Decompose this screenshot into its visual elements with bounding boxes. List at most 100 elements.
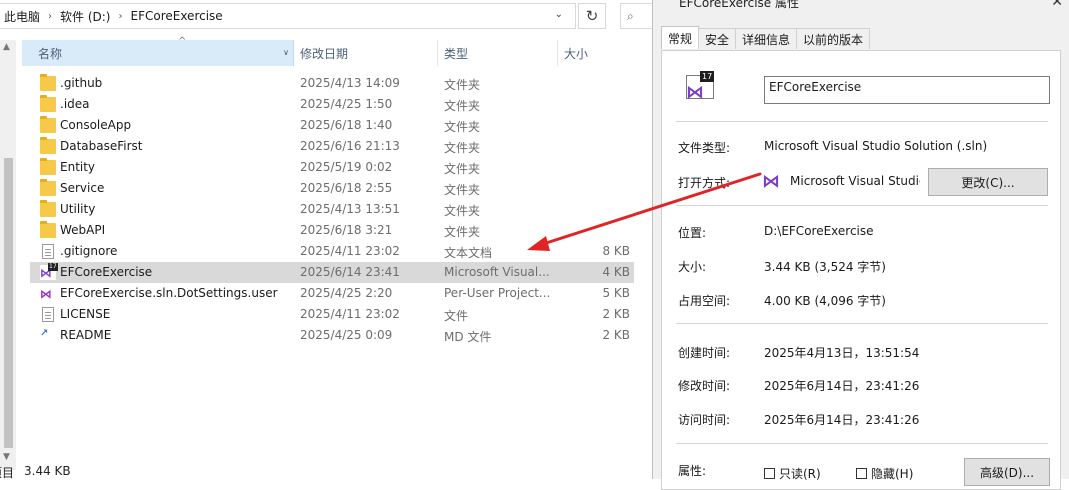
file-size: 4 KB [602, 265, 630, 279]
folder-icon [40, 95, 56, 112]
file-type: MD 文件 [444, 330, 492, 344]
checkbox-box[interactable] [856, 468, 867, 479]
file-date: 2025/6/14 23:41 [300, 265, 400, 279]
file-name-field[interactable]: EFCoreExercise [764, 76, 1050, 104]
search-input[interactable]: ⌕ [620, 3, 652, 29]
attributes-label: 属性: [678, 464, 707, 478]
folder-icon [40, 200, 56, 217]
refresh-button[interactable]: ↻ [578, 3, 606, 29]
version-badge: 17 [700, 71, 715, 82]
file-type: Microsoft Visual... [444, 265, 550, 279]
open-with-value: Microsoft Visual Studio [790, 174, 920, 188]
accessed-value: 2025年6月14日，23:41:26 [764, 413, 920, 427]
hidden-checkbox[interactable]: 隐藏(H) [856, 465, 913, 482]
file-date: 2025/6/18 3:21 [300, 223, 393, 237]
size-value: 3.44 KB (3,524 字节) [764, 260, 886, 274]
folder-icon [40, 116, 56, 133]
file-row[interactable]: ⋈ 17 EFCoreExercise 2025/6/14 23:41 Microsof… [30, 262, 634, 283]
file-row[interactable]: Entity 2025/5/19 0:02 文件夹 [30, 157, 634, 178]
file-type: 文件夹 [444, 141, 481, 155]
tab-security[interactable]: 安全 [698, 28, 737, 49]
change-program-button[interactable]: 更改(C)... [928, 168, 1048, 196]
column-name-label: 名称 [38, 46, 63, 61]
address-history-dropdown-icon[interactable]: ⌄ [555, 9, 563, 20]
breadcrumb-separator-icon[interactable]: › [44, 11, 56, 22]
address-bar[interactable]: 此电脑 › 软件 (D:) › EFCoreExercise ⌄ [0, 3, 576, 29]
file-row[interactable]: .gitignore 2025/4/11 23:02 文本文档 8 KB [30, 241, 634, 262]
advanced-button[interactable]: 高级(D)... [964, 458, 1050, 486]
file-row[interactable]: Service 2025/6/18 2:55 文件夹 [30, 178, 634, 199]
file-type: 文件夹 [444, 120, 481, 134]
breadcrumb-this-pc[interactable]: 此电脑 [0, 8, 44, 25]
status-bar: 项目 3.44 KB [0, 462, 652, 479]
created-value: 2025年4月13日，13:51:54 [764, 346, 920, 360]
file-row[interactable]: .idea 2025/4/25 1:50 文件夹 [30, 94, 634, 115]
breadcrumb-drive-d[interactable]: 软件 (D:) [56, 8, 114, 25]
tab-general[interactable]: 常规 [661, 26, 700, 49]
disk-size-label: 占用空间: [678, 294, 731, 308]
status-selected-size: 3.44 KB [24, 464, 71, 478]
file-row[interactable]: ↗ README 2025/4/25 0:09 MD 文件 2 KB [30, 325, 634, 346]
search-icon: ⌕ [627, 8, 634, 23]
file-name: LICENSE [60, 307, 111, 321]
file-list: .github 2025/4/13 14:09 文件夹 .idea 2025/4/25 … [30, 73, 634, 346]
file-row[interactable]: DatabaseFirst 2025/6/16 21:13 文件夹 [30, 136, 634, 157]
file-type-value: Microsoft Visual Studio Solution (.sln) [764, 139, 988, 153]
scrollbar-thumb[interactable] [4, 158, 13, 448]
file-type: 文件 [444, 309, 469, 323]
checkbox-box[interactable] [764, 468, 775, 479]
scroll-down-icon[interactable]: ▼ [3, 452, 10, 462]
file-name: ConsoleApp [60, 118, 132, 132]
file-explorer-window: 此电脑 › 软件 (D:) › EFCoreExercise ⌄ ↻ ⌕ ▲ ▼… [0, 0, 652, 479]
folder-icon [40, 74, 56, 91]
column-header-size[interactable]: 大小 [564, 40, 634, 66]
tab-previous-versions[interactable]: 以前的版本 [796, 28, 871, 49]
file-row[interactable]: Utility 2025/4/13 13:51 文件夹 [30, 199, 634, 220]
markdown-file-icon: ↗ [40, 328, 49, 339]
disk-size-value: 4.00 KB (4,096 字节) [764, 294, 886, 308]
file-row[interactable]: .github 2025/4/13 14:09 文件夹 [30, 73, 634, 94]
hidden-label: 隐藏(H) [871, 467, 914, 481]
file-row[interactable]: ConsoleApp 2025/6/18 1:40 文件夹 [30, 115, 634, 136]
column-header-type[interactable]: 类型 [444, 40, 558, 66]
file-name: README [60, 328, 112, 342]
general-tab-panel: ⋈ 17 EFCoreExercise 文件类型: Microsoft Visu… [661, 50, 1061, 490]
breadcrumb-separator-icon[interactable]: › [114, 11, 126, 22]
file-date: 2025/5/19 0:02 [300, 160, 393, 174]
folder-icon [40, 137, 56, 154]
file-row[interactable]: ⋈ EFCoreExercise.sln.DotSettings.user 2025… [30, 283, 634, 304]
tab-details[interactable]: 详细信息 [735, 28, 798, 49]
file-name: Utility [60, 202, 96, 216]
file-type: 文件夹 [444, 78, 481, 92]
readonly-checkbox[interactable]: 只读(R) [764, 465, 821, 482]
file-row[interactable]: WebAPI 2025/6/18 3:21 文件夹 [30, 220, 634, 241]
file-date: 2025/4/11 23:02 [300, 244, 400, 258]
file-date: 2025/4/25 2:20 [300, 286, 393, 300]
file-type-label: 文件类型: [678, 141, 731, 155]
column-date-label: 修改日期 [300, 46, 349, 61]
folder-icon [40, 221, 56, 238]
close-icon[interactable]: ✕ [1051, 0, 1063, 10]
text-file-icon [42, 244, 54, 259]
column-filter-dropdown-icon[interactable]: ∨ [283, 48, 289, 57]
file-size: 5 KB [602, 286, 630, 300]
folder-icon [40, 158, 56, 175]
file-date: 2025/6/18 2:55 [300, 181, 393, 195]
divider [676, 443, 1048, 444]
file-date: 2025/6/16 21:13 [300, 139, 400, 153]
vertical-scrollbar[interactable]: ▲ ▼ [0, 40, 16, 470]
column-header-date[interactable]: 修改日期 [300, 40, 438, 66]
file-name: .gitignore [60, 244, 118, 258]
file-name: DatabaseFirst [60, 139, 143, 153]
divider [676, 121, 1048, 122]
sort-ascending-icon: ^ [178, 36, 187, 47]
user-settings-file-icon: ⋈ [40, 286, 56, 301]
scroll-up-icon[interactable]: ▲ [3, 42, 10, 52]
file-row[interactable]: LICENSE 2025/4/11 23:02 文件 2 KB [30, 304, 634, 325]
breadcrumb-current-folder[interactable]: EFCoreExercise [126, 9, 226, 23]
visual-studio-icon: ⋈ [762, 171, 780, 192]
file-type: 文件夹 [444, 99, 481, 113]
size-label: 大小: [678, 260, 707, 274]
file-type: 文件夹 [444, 183, 481, 197]
column-header-name[interactable]: 名称 ^ ∨ [22, 36, 294, 66]
